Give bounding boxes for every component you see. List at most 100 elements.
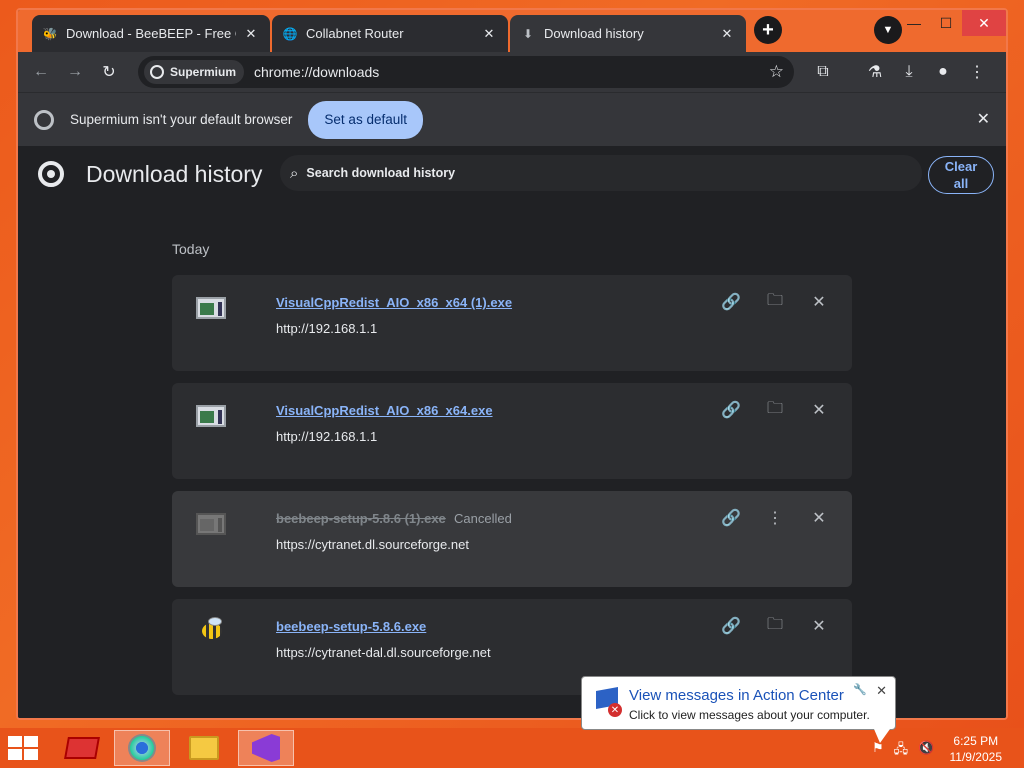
- tab-title: Download history: [544, 26, 644, 41]
- bee-wing: [208, 617, 222, 626]
- toolbar: ← → ↻ Supermium chrome://downloads ☆ ⧉ ⚗…: [18, 52, 1006, 92]
- copy-link-icon[interactable]: 🔗: [714, 613, 748, 639]
- supermium-icon: [150, 65, 164, 79]
- clock[interactable]: 6:25 PM 11/9/2025: [950, 733, 1003, 765]
- search-icon: ⌕: [290, 164, 299, 182]
- clock-time: 6:25 PM: [953, 734, 999, 748]
- remove-icon[interactable]: ✕: [802, 289, 836, 315]
- taskbar: ⚑ 🖧 🔇 6:25 PM 11/9/2025: [0, 728, 1024, 768]
- window-close-button[interactable]: ✕: [962, 10, 1006, 36]
- labs-flask-icon[interactable]: ⚗: [858, 55, 892, 89]
- tab-title: Download - BeeBEEP - Free Offi: [66, 26, 236, 41]
- exe-file-icon: [196, 297, 226, 319]
- tab-download-history[interactable]: ⬇ Download history ✕: [510, 15, 746, 52]
- download-icon: ⬇: [522, 26, 534, 41]
- remove-icon[interactable]: ✕: [802, 397, 836, 423]
- source-url: https://cytranet.dl.sourceforge.net: [276, 537, 469, 552]
- source-url: http://192.168.1.1: [276, 321, 378, 336]
- search-downloads-input[interactable]: ⌕ Search download history: [280, 155, 922, 191]
- url-text[interactable]: chrome://downloads: [254, 64, 379, 80]
- exe-file-icon: [196, 513, 226, 535]
- profile-icon[interactable]: ●: [926, 55, 960, 89]
- downloads-icon[interactable]: ⤓: [892, 55, 926, 89]
- browser-window: 🐝 Download - BeeBEEP - Free Offi ✕ 🌐 Col…: [16, 8, 1008, 720]
- file-name: beebeep-setup-5.8.6 (1).exe: [276, 511, 446, 526]
- file-name-link[interactable]: beebeep-setup-5.8.6.exe: [276, 619, 426, 634]
- error-badge-icon: ✕: [608, 703, 622, 717]
- maximize-button[interactable]: ☐: [930, 10, 962, 36]
- browser-icon: [128, 734, 156, 762]
- source-url: https://cytranet-dal.dl.sourceforge.net: [276, 645, 491, 660]
- more-options-icon[interactable]: ⋮: [758, 505, 792, 531]
- balloon-tail: [874, 729, 890, 743]
- show-in-folder-icon[interactable]: 🗀: [758, 397, 792, 423]
- infobar-message: Supermium isn't your default browser: [70, 112, 293, 127]
- source-url: http://192.168.1.1: [276, 429, 378, 444]
- forward-icon[interactable]: →: [58, 55, 92, 89]
- close-icon[interactable]: ✕: [718, 25, 736, 43]
- downloads-page: Download history ⌕ Search download histo…: [18, 147, 1006, 718]
- action-center-icon: ✕: [592, 687, 622, 717]
- taskbar-app-explorer[interactable]: [176, 730, 232, 766]
- package-icon: [64, 737, 100, 759]
- file-name-link[interactable]: VisualCppRedist_AIO_x86_x64.exe: [276, 403, 493, 418]
- system-tray: ⚑ 🖧 🔇: [872, 740, 934, 762]
- remove-icon[interactable]: ✕: [802, 505, 836, 531]
- download-item: VisualCppRedist_AIO_x86_x64.exe http://1…: [172, 383, 852, 479]
- browser-logo-icon: [38, 161, 64, 187]
- tab-beebeep[interactable]: 🐝 Download - BeeBEEP - Free Offi ✕: [32, 15, 270, 52]
- reload-icon[interactable]: ↻: [92, 55, 126, 89]
- copy-link-icon[interactable]: 🔗: [714, 289, 748, 315]
- folder-icon: [189, 736, 219, 760]
- extensions-icon[interactable]: ⧉: [806, 55, 840, 89]
- show-in-folder-icon[interactable]: 🗀: [758, 289, 792, 315]
- menu-icon[interactable]: ⋮: [960, 55, 994, 89]
- address-bar[interactable]: Supermium chrome://downloads ☆: [138, 56, 794, 88]
- exe-file-icon: [196, 405, 226, 427]
- volume-muted-icon[interactable]: 🔇: [918, 740, 934, 762]
- file-name-link[interactable]: VisualCppRedist_AIO_x86_x64 (1).exe: [276, 295, 512, 310]
- notification-close-icon[interactable]: ✕: [876, 683, 887, 699]
- close-icon[interactable]: ✕: [480, 25, 498, 43]
- new-tab-button[interactable]: +: [754, 16, 782, 44]
- taskbar-app-visual-studio[interactable]: [238, 730, 294, 766]
- page-title: Download history: [86, 161, 263, 187]
- download-item: VisualCppRedist_AIO_x86_x64 (1).exe http…: [172, 275, 852, 371]
- tab-collabnet-router[interactable]: 🌐 Collabnet Router ✕: [272, 15, 508, 52]
- taskbar-app-red-box[interactable]: [54, 730, 110, 766]
- page-header: Download history ⌕ Search download histo…: [18, 147, 1006, 205]
- status-text: Cancelled: [454, 511, 512, 526]
- taskbar-app-browser[interactable]: [114, 730, 170, 766]
- clock-date: 11/9/2025: [949, 750, 1003, 764]
- download-item-cancelled: beebeep-setup-5.8.6 (1).exe Cancelled ht…: [172, 491, 852, 587]
- visual-studio-icon: [252, 734, 280, 762]
- infobar-close-icon[interactable]: ✕: [977, 109, 990, 129]
- search-placeholder: Search download history: [306, 166, 456, 180]
- default-browser-infobar: Supermium isn't your default browser Set…: [18, 92, 1006, 146]
- clear-all-button[interactable]: Clear all: [928, 156, 994, 194]
- date-section-label: Today: [172, 241, 210, 257]
- notification-title: View messages in Action Center: [629, 687, 844, 704]
- action-center-notification[interactable]: ✕ View messages in Action Center Click t…: [581, 676, 896, 743]
- window-controls: — ☐ ✕: [898, 10, 1006, 38]
- bookmark-star-icon[interactable]: ☆: [769, 62, 784, 82]
- close-icon[interactable]: ✕: [242, 25, 260, 43]
- remove-icon[interactable]: ✕: [802, 613, 836, 639]
- bee-file-icon: [198, 617, 228, 643]
- tab-title: Collabnet Router: [306, 26, 404, 41]
- copy-link-icon[interactable]: 🔗: [714, 505, 748, 531]
- network-icon[interactable]: 🖧: [894, 740, 909, 762]
- notification-text: Click to view messages about your comput…: [629, 708, 870, 722]
- supermium-logo-icon: [34, 109, 54, 130]
- copy-link-icon[interactable]: 🔗: [714, 397, 748, 423]
- set-as-default-button[interactable]: Set as default: [308, 100, 423, 139]
- minimize-button[interactable]: —: [898, 10, 930, 36]
- globe-icon: 🌐: [282, 26, 298, 41]
- wrench-icon[interactable]: 🔧: [853, 683, 867, 696]
- action-center-flag-icon[interactable]: ⚑: [872, 740, 884, 762]
- site-chip[interactable]: Supermium: [144, 60, 245, 84]
- back-icon[interactable]: ←: [24, 55, 58, 89]
- windows-start-icon[interactable]: [8, 736, 38, 760]
- site-chip-label: Supermium: [170, 65, 237, 79]
- show-in-folder-icon[interactable]: 🗀: [758, 613, 792, 639]
